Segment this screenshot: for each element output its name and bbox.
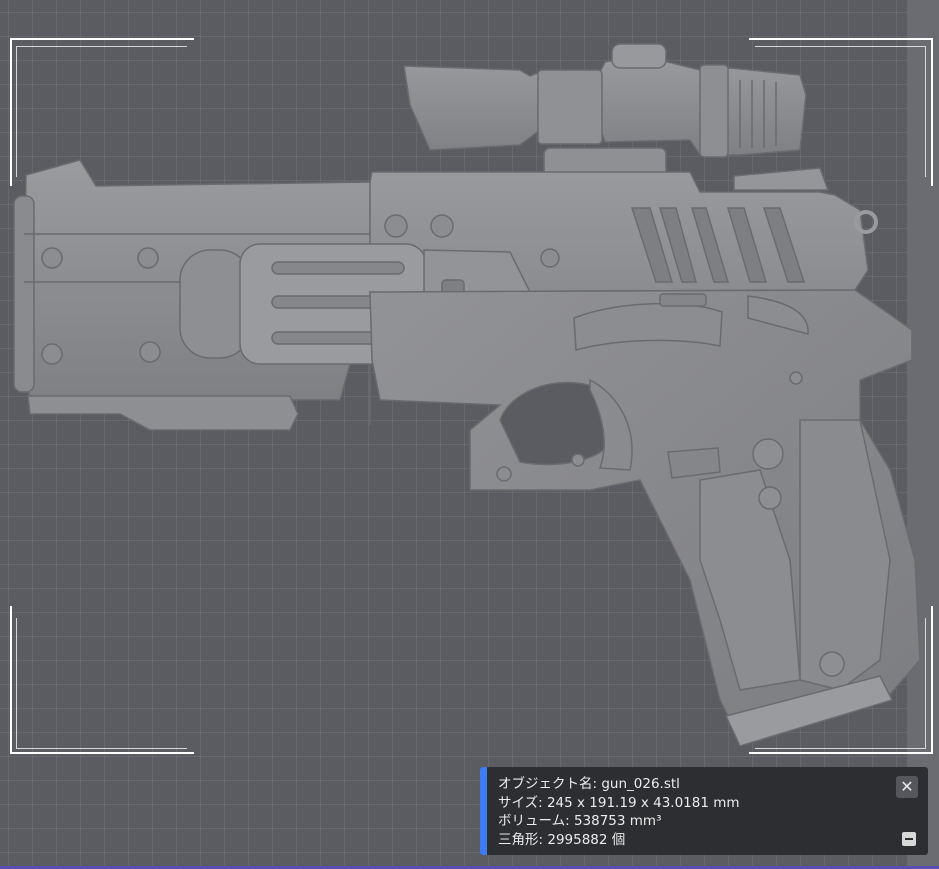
object-name-label: オブジェクト名: xyxy=(498,776,598,792)
triangles-value: 2995882 個 xyxy=(547,831,626,848)
size-value: 245 x 191.19 x 43.0181 mm xyxy=(546,794,740,811)
volume-label: ボリューム: xyxy=(498,813,570,829)
scope xyxy=(403,43,807,179)
object-name-value: gun_026.stl xyxy=(601,776,680,792)
close-icon: ✕ xyxy=(900,777,914,796)
size-label: サイズ: xyxy=(498,794,543,811)
triangles-row: 三角形: 2995882 個 xyxy=(498,831,740,850)
3d-viewport[interactable]: オブジェクト名: gun_026.stl サイズ: 245 x 191.19 x… xyxy=(0,0,939,866)
close-button[interactable]: ✕ xyxy=(896,776,918,798)
frame-inner-top-right xyxy=(755,46,926,177)
volume-row: ボリューム: 538753 mm³ xyxy=(498,812,740,831)
info-panel-accent xyxy=(480,767,487,855)
volume-value: 538753 mm³ xyxy=(573,813,662,829)
triangles-label: 三角形: xyxy=(498,831,544,848)
object-name-row: オブジェクト名: gun_026.stl xyxy=(498,775,740,794)
object-info-panel: オブジェクト名: gun_026.stl サイズ: 245 x 191.19 x… xyxy=(480,767,928,855)
frame-inner-bottom-right xyxy=(755,618,926,749)
frame-inner-bottom-left xyxy=(16,618,187,749)
under-rail xyxy=(27,395,299,431)
size-row: サイズ: 245 x 191.19 x 43.0181 mm xyxy=(498,794,740,813)
collapse-button[interactable] xyxy=(902,832,916,846)
info-lines: オブジェクト名: gun_026.stl サイズ: 245 x 191.19 x… xyxy=(498,775,740,849)
frame-inner-top-left xyxy=(16,46,187,177)
